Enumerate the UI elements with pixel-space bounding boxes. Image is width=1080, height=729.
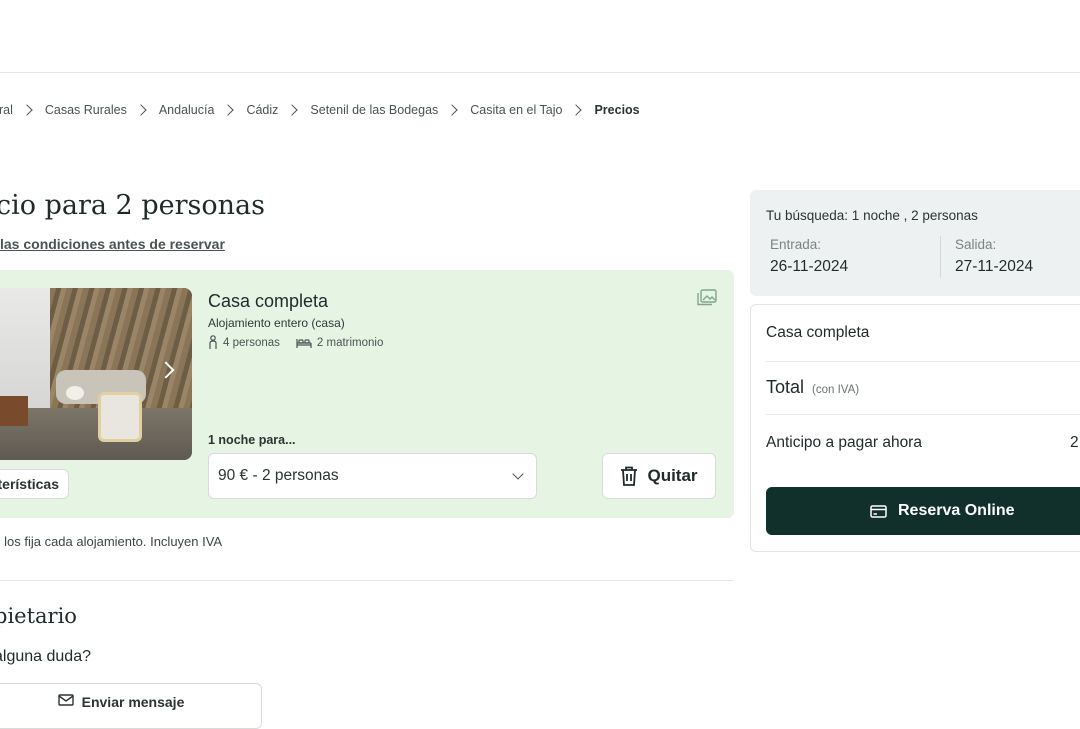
section-divider [0, 580, 734, 581]
send-message-label: Enviar mensaje [81, 694, 185, 710]
deposit-value: 2 [1070, 434, 1079, 451]
remove-button-label: Quitar [647, 466, 698, 485]
chevron-right-icon [570, 104, 583, 116]
conditions-link[interactable]: las condiciones antes de reservar [0, 236, 225, 252]
breadcrumb: ural Casas Rurales Andalucía Cádiz Seten… [0, 103, 640, 117]
guests-fact: 4 personas [208, 335, 280, 350]
image-gallery-icon[interactable] [697, 289, 717, 306]
features-button[interactable]: terísticas [0, 469, 69, 499]
chevron-right-icon [135, 104, 147, 116]
price-note: s los fija cada alojamiento. Incluyen IV… [0, 534, 223, 549]
guests-count: 4 personas [223, 336, 280, 349]
date-divider [940, 236, 941, 278]
send-message-button[interactable]: Enviar mensaje [0, 683, 262, 729]
summary-divider [766, 414, 1080, 415]
total-note: (con IVA) [812, 384, 860, 396]
checkin-label: Entrada: [770, 237, 822, 252]
price-option-select[interactable]: 90 € - 2 personas [208, 453, 537, 499]
page-title: cio para 2 personas [0, 190, 265, 221]
breadcrumb-item-rural[interactable]: ural [0, 103, 13, 117]
chevron-right-icon [286, 104, 299, 116]
total-label: Total [766, 377, 805, 397]
deposit-label: Anticipo a pagar ahora [766, 434, 922, 451]
person-icon [209, 335, 217, 349]
summary-total: Total (con IVA) [766, 377, 859, 398]
credit-card-icon [870, 504, 887, 518]
room-type: Alojamiento entero (casa) [208, 316, 345, 330]
checkin-date[interactable]: 26-11-2024 [770, 258, 848, 276]
beds-fact: 2 matrimonio [296, 337, 383, 349]
breadcrumb-item-casita[interactable]: Casita en el Tajo [470, 103, 562, 117]
owner-section-title: pietario [0, 604, 77, 628]
remove-button[interactable]: Quitar [602, 453, 716, 499]
top-navigation-bar [0, 0, 1080, 73]
features-button-label: terísticas [0, 476, 59, 492]
search-summary-text: Tu búsqueda: 1 noche , 2 personas [766, 208, 978, 223]
nights-label: 1 noche para... [208, 433, 296, 447]
breadcrumb-item-casas-rurales[interactable]: Casas Rurales [45, 103, 127, 117]
envelope-icon [57, 694, 74, 706]
price-option-value: 90 € - 2 personas [218, 467, 339, 484]
checkout-date[interactable]: 27-11-2024 [955, 258, 1033, 276]
chevron-right-icon [21, 104, 33, 116]
trash-icon [621, 466, 638, 486]
chevron-right-icon [222, 104, 235, 116]
beds-count: 2 matrimonio [316, 336, 384, 349]
chevron-down-icon [512, 468, 524, 480]
breadcrumb-item-precios: Precios [594, 103, 640, 117]
summary-item: Casa completa [766, 324, 870, 341]
summary-divider [766, 361, 1080, 362]
breadcrumb-item-setenil[interactable]: Setenil de las Bodegas [310, 103, 438, 117]
reserve-button-label: Reserva Online [898, 502, 1015, 519]
room-facts: 4 personas 2 matrimonio [208, 335, 399, 350]
chevron-right-icon [446, 104, 458, 116]
breadcrumb-item-andalucia[interactable]: Andalucía [159, 103, 215, 117]
breadcrumb-item-cadiz[interactable]: Cádiz [246, 103, 278, 117]
checkout-label: Salida: [955, 237, 997, 252]
room-name: Casa completa [208, 291, 329, 311]
owner-question: alguna duda? [0, 648, 91, 665]
bed-icon [296, 338, 312, 348]
reserve-online-button[interactable]: Reserva Online [766, 487, 1080, 535]
